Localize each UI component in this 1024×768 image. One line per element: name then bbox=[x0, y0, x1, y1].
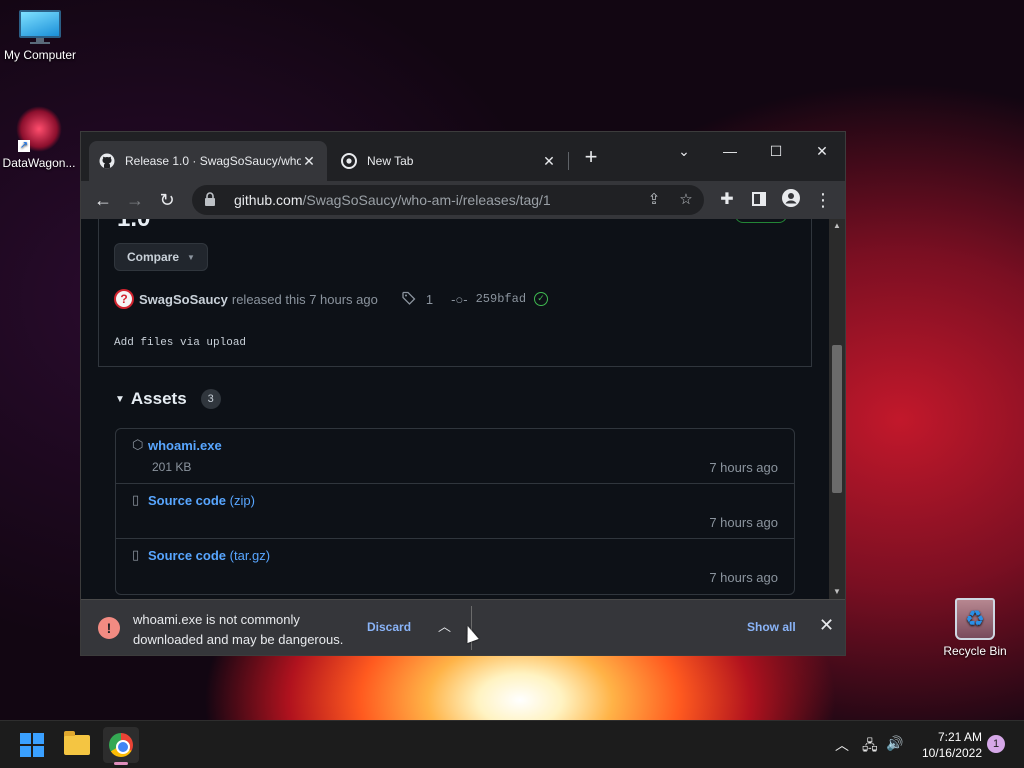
list-item: ▯ Source code (zip) 7 hours ago bbox=[116, 484, 794, 539]
notification-badge[interactable]: 1 bbox=[987, 735, 1005, 753]
url-host: github.com bbox=[234, 192, 303, 208]
latest-badge bbox=[735, 219, 787, 223]
tab-title: New Tab bbox=[367, 154, 414, 168]
browser-window: Release 1.0 · SwagSoSaucy/who-am-i ✕ New… bbox=[80, 131, 846, 656]
volume-icon[interactable]: 🔊 bbox=[886, 735, 903, 752]
share-icon[interactable]: ⇪ bbox=[644, 190, 664, 210]
asset-time: 7 hours ago bbox=[709, 515, 778, 530]
bookmark-star-icon[interactable]: ☆ bbox=[676, 190, 696, 210]
desktop-icon-label: DataWagon... bbox=[2, 156, 76, 170]
list-item: ▯ Source code (tar.gz) 7 hours ago bbox=[116, 539, 794, 594]
window-close-icon[interactable]: ✕ bbox=[799, 136, 845, 166]
tab-search-chevron-icon[interactable]: ⌄ bbox=[661, 136, 707, 166]
desktop-icon-label: My Computer bbox=[3, 48, 77, 62]
extensions-puzzle-icon[interactable]: ✚ bbox=[715, 188, 739, 212]
lock-icon bbox=[204, 191, 222, 209]
chrome-taskbar-button[interactable] bbox=[103, 727, 139, 763]
reload-icon[interactable]: ↻ bbox=[155, 188, 179, 212]
kebab-menu-icon[interactable]: ⋮ bbox=[811, 188, 835, 212]
address-bar[interactable]: github.com/SwagSoSaucy/who-am-i/releases… bbox=[192, 185, 704, 215]
assets-header[interactable]: ▼ Assets 3 bbox=[115, 389, 221, 409]
back-arrow-icon[interactable]: ← bbox=[91, 188, 115, 212]
verified-check-icon: ✓ bbox=[534, 292, 549, 306]
tab-new-tab[interactable]: New Tab ✕ bbox=[331, 141, 567, 181]
tab-close-icon[interactable]: ✕ bbox=[301, 153, 317, 170]
network-icon[interactable]: 🖧 bbox=[862, 735, 878, 759]
tab-close-icon[interactable]: ✕ bbox=[541, 153, 557, 170]
computer-icon bbox=[19, 10, 61, 44]
commit-sha[interactable]: 259bfad bbox=[476, 292, 526, 306]
tag-icon bbox=[402, 291, 416, 308]
release-notes: Add files via upload bbox=[114, 337, 247, 349]
tab-separator bbox=[568, 152, 569, 170]
github-icon bbox=[99, 153, 115, 169]
warning-icon: ! bbox=[98, 617, 120, 639]
release-meta: ? SwagSoSaucy released this 7 hours ago … bbox=[114, 289, 549, 309]
compare-button[interactable]: Compare ▼ bbox=[114, 243, 208, 271]
compare-label: Compare bbox=[127, 250, 180, 264]
desktop-icon-label: Recycle Bin bbox=[943, 644, 1007, 658]
url-path: /SwagSoSaucy/who-am-i/releases/tag/1 bbox=[302, 192, 551, 208]
package-icon: ⬡ bbox=[132, 437, 144, 452]
tag-count[interactable]: 1 bbox=[426, 292, 433, 307]
tab-strip: Release 1.0 · SwagSoSaucy/who-am-i ✕ New… bbox=[81, 132, 845, 181]
maximize-icon[interactable]: ☐ bbox=[753, 136, 799, 166]
asset-link[interactable]: whoami.exe bbox=[148, 438, 222, 453]
caret-down-icon: ▼ bbox=[187, 252, 195, 262]
desktop-icon-datawagon[interactable]: ↗ DataWagon... bbox=[0, 106, 79, 170]
list-item: ⬡ whoami.exe 201 KB 7 hours ago bbox=[116, 429, 794, 484]
start-button[interactable] bbox=[14, 727, 50, 763]
chrome-icon bbox=[109, 733, 133, 757]
released-text: released this 7 hours ago bbox=[231, 291, 378, 307]
file-explorer-button[interactable] bbox=[59, 727, 95, 763]
side-panel-icon[interactable] bbox=[747, 188, 771, 212]
show-all-button[interactable]: Show all bbox=[747, 620, 796, 634]
scroll-down-arrow-icon[interactable]: ▼ bbox=[829, 585, 845, 599]
system-clock[interactable]: 7:21 AM 10/16/2022 bbox=[910, 729, 982, 761]
avatar[interactable]: ? bbox=[114, 289, 134, 309]
desktop-icon-my-computer[interactable]: My Computer bbox=[0, 10, 80, 62]
discard-button[interactable]: Discard bbox=[367, 620, 411, 634]
browser-toolbar: ← → ↻ github.com/SwagSoSaucy/who-am-i/re… bbox=[81, 181, 845, 219]
shortcut-arrow-icon: ↗ bbox=[18, 140, 30, 152]
profile-avatar-icon[interactable] bbox=[779, 188, 803, 212]
scroll-up-arrow-icon[interactable]: ▲ bbox=[829, 219, 845, 233]
tab-title: Release 1.0 · SwagSoSaucy/who-am-i bbox=[125, 154, 301, 168]
scrollbar-thumb[interactable] bbox=[832, 345, 842, 493]
taskbar: ︿ 🖧 🔊 7:21 AM 10/16/2022 1 bbox=[0, 720, 1024, 768]
assets-label: Assets bbox=[130, 389, 187, 408]
datawagon-logo-icon: ↗ bbox=[16, 106, 62, 152]
clock-date: 10/16/2022 bbox=[921, 746, 982, 760]
chevron-up-icon[interactable]: ︿ bbox=[835, 735, 849, 755]
file-zip-icon: ▯ bbox=[132, 547, 140, 562]
new-tab-plus-icon[interactable]: + bbox=[579, 146, 603, 170]
asset-link[interactable]: Source code (tar.gz) bbox=[148, 548, 270, 563]
asset-list: ⬡ whoami.exe 201 KB 7 hours ago ▯ Source… bbox=[115, 428, 795, 595]
git-commit-icon: -○- bbox=[451, 291, 468, 307]
page-viewport: 1.0 Compare ▼ ? SwagSoSaucy released thi… bbox=[81, 219, 829, 599]
asset-time: 7 hours ago bbox=[709, 570, 778, 585]
clock-time: 7:21 AM bbox=[937, 730, 982, 744]
folder-icon bbox=[64, 731, 90, 755]
active-app-indicator bbox=[114, 762, 128, 765]
recycle-bin-icon: ♻ bbox=[955, 598, 995, 640]
page-scrollbar[interactable]: ▲ ▼ bbox=[829, 219, 845, 599]
asset-time: 7 hours ago bbox=[709, 460, 778, 475]
chevron-up-icon[interactable]: ︿ bbox=[438, 616, 451, 635]
assets-count-badge: 3 bbox=[200, 389, 221, 409]
file-zip-icon: ▯ bbox=[132, 492, 140, 507]
windows-logo-icon bbox=[20, 733, 44, 757]
asset-link[interactable]: Source code (zip) bbox=[148, 493, 255, 508]
desktop-icon-recycle-bin[interactable]: ♻ Recycle Bin bbox=[935, 598, 1015, 658]
tab-release[interactable]: Release 1.0 · SwagSoSaucy/who-am-i ✕ bbox=[89, 141, 327, 181]
triangle-down-icon: ▼ bbox=[115, 393, 125, 405]
minimize-icon[interactable]: — bbox=[707, 136, 753, 166]
release-title: 1.0 bbox=[117, 219, 150, 233]
chrome-icon bbox=[341, 153, 357, 169]
download-warning-message: whoami.exe is not commonly downloaded an… bbox=[133, 612, 344, 647]
author-link[interactable]: SwagSoSaucy bbox=[139, 292, 228, 307]
forward-arrow-icon[interactable]: → bbox=[123, 188, 147, 212]
close-icon[interactable]: ✕ bbox=[819, 615, 834, 636]
asset-size: 201 KB bbox=[152, 460, 192, 474]
